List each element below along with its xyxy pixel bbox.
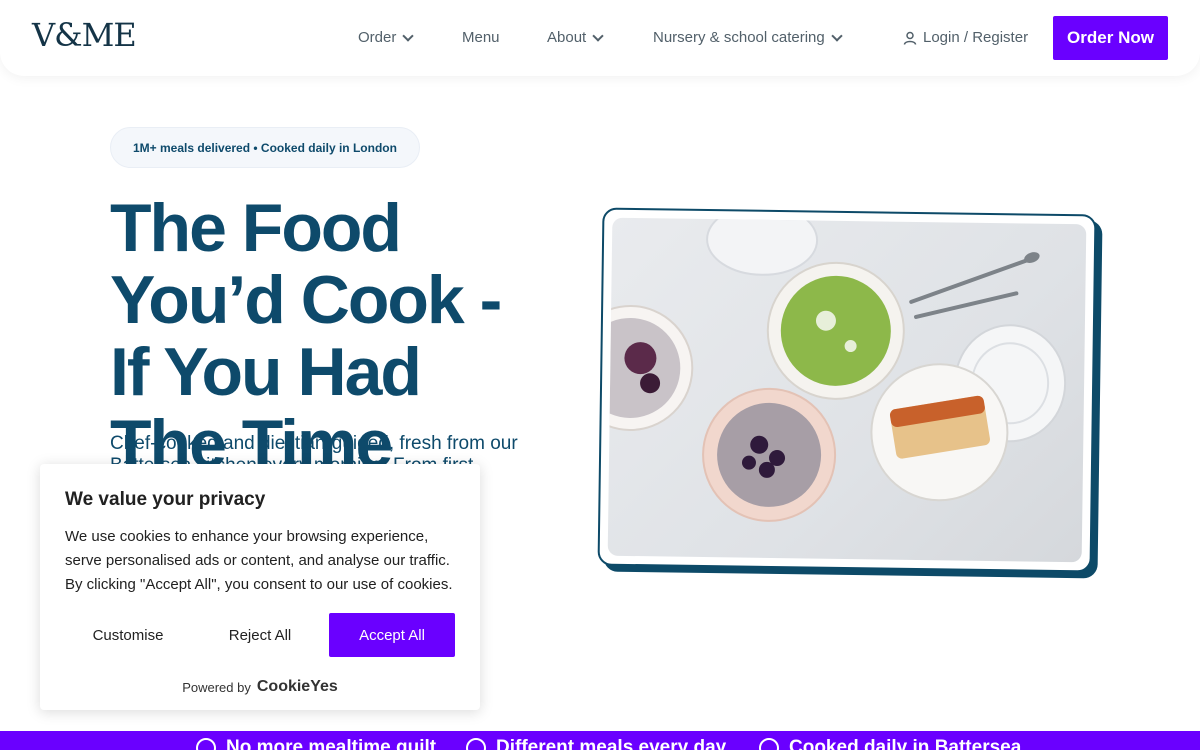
user-icon <box>903 31 917 45</box>
chevron-down-icon <box>831 29 843 42</box>
benefit-item: Different meals every day <box>466 737 726 750</box>
cutlery-icon <box>466 738 486 750</box>
reject-all-button[interactable]: Reject All <box>197 613 323 657</box>
benefit-label: Different meals every day <box>496 737 727 750</box>
login-label: Login / Register <box>923 29 1029 46</box>
nav-nursery[interactable]: Nursery & school catering <box>653 29 843 46</box>
nav-order[interactable]: Order <box>358 29 415 46</box>
benefits-bar: No more mealtime guilt Different meals e… <box>0 731 1200 750</box>
heart-icon <box>196 738 216 750</box>
hero-image-frame <box>597 207 1097 573</box>
cookieyes-logo[interactable]: CookieYes <box>257 678 338 696</box>
stats-badge: 1M+ meals delivered • Cooked daily in Lo… <box>110 127 420 168</box>
accept-all-button[interactable]: Accept All <box>329 613 455 657</box>
benefit-item: Cooked daily in Battersea <box>759 737 1021 750</box>
customise-button[interactable]: Customise <box>65 613 191 657</box>
site-header: V&ME Order Menu About Nursery & school c… <box>0 0 1200 76</box>
nav-about[interactable]: About <box>547 29 604 46</box>
nav-nursery-label: Nursery & school catering <box>653 29 825 46</box>
food-photo-illustration <box>607 217 1067 522</box>
cookie-title: We value your privacy <box>65 489 266 510</box>
powered-by: Powered by CookieYes <box>40 678 480 696</box>
order-now-button[interactable]: Order Now <box>1053 16 1168 60</box>
nav-menu[interactable]: Menu <box>462 29 500 46</box>
nav-menu-label: Menu <box>462 29 500 46</box>
benefit-label: No more mealtime guilt <box>226 737 437 750</box>
benefit-label: Cooked daily in Battersea <box>789 737 1022 750</box>
cookie-consent-dialog: We value your privacy We use cookies to … <box>40 464 480 710</box>
food-photo <box>607 217 1087 563</box>
cookie-description: We use cookies to enhance your browsing … <box>65 528 453 593</box>
chevron-down-icon <box>592 29 604 42</box>
chef-hat-icon <box>759 738 779 750</box>
login-link[interactable]: Login / Register <box>903 29 1028 46</box>
benefit-item: No more mealtime guilt <box>196 737 436 750</box>
logo[interactable]: V&ME <box>32 16 137 54</box>
chevron-down-icon <box>402 29 415 42</box>
nav-order-label: Order <box>358 29 397 46</box>
nav-about-label: About <box>547 29 587 46</box>
powered-by-label: Powered by <box>182 679 251 695</box>
